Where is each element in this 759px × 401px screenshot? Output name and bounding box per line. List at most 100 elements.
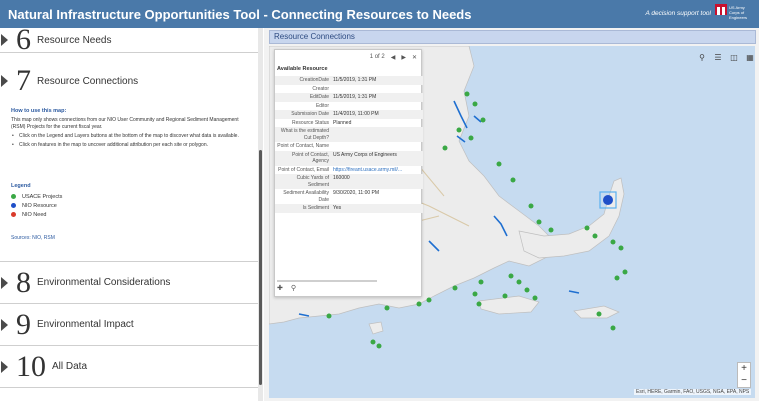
section-environmental-impact[interactable]: 9 Environmental Impact	[0, 304, 258, 346]
cape-cod-land	[518, 177, 625, 259]
attr-value: US Army Corps of Engineers	[331, 150, 423, 166]
map-attribution: Esri, HERE, Garmin, FAO, USGS, NGA, EPA,…	[634, 389, 752, 395]
attr-key: Point of Contact, Agency	[275, 150, 331, 166]
attr-value	[331, 142, 423, 151]
zoom-in-button[interactable]: +	[738, 363, 750, 375]
popup-header: 1 of 2 ◀ ▶ ✕	[275, 50, 421, 64]
how-to-bullet: Click on features in the map to uncover …	[11, 142, 251, 149]
legend-item: USACE Projects	[11, 192, 62, 201]
grid-icon[interactable]: ▦	[745, 53, 755, 62]
table-row: Editor	[275, 102, 423, 111]
legend-item: NIO Need	[11, 210, 62, 219]
table-row: Submission Date 11/4/2019, 11:00 PM	[275, 110, 423, 119]
red-dot-icon	[11, 212, 16, 217]
attr-key: Editor	[315, 102, 329, 109]
attr-value: 9/30/2020, 11:00 PM	[333, 190, 380, 196]
popup-horizontal-scrollbar[interactable]	[277, 280, 377, 282]
search-icon[interactable]: ⚲	[291, 284, 296, 292]
section-label: All Data	[52, 361, 88, 372]
chevron-right-icon	[1, 318, 8, 331]
panel-scrollbar-thumb[interactable]	[259, 150, 262, 385]
section-label: Environmental Impact	[37, 319, 134, 330]
map-title-bar: Resource Connections	[269, 30, 756, 44]
section-number: 10	[16, 349, 46, 383]
popup-pager: 1 of 2	[369, 54, 385, 60]
attr-key: Cubic Yards of Sediment	[275, 174, 331, 189]
how-to-use-text: How to use this map: This map only shows…	[11, 108, 251, 151]
section-number: 6	[16, 23, 31, 56]
popup-footer: ✚ ⚲	[277, 284, 296, 292]
usace-logo: US Army Corps of Engineers	[715, 4, 751, 24]
castle-icon	[715, 4, 727, 15]
zoom-out-button[interactable]: −	[738, 375, 750, 387]
legend-label: USACE Projects	[22, 193, 63, 200]
nantucket	[573, 305, 620, 319]
how-to-intro: This map only shows connections from our…	[11, 117, 239, 130]
section-label: Resource Connections	[37, 75, 139, 87]
chevron-right-icon	[1, 75, 8, 87]
list-icon[interactable]: ☰	[713, 53, 723, 62]
attr-value: Yes	[331, 204, 423, 213]
map-toolbar: ⚲ ☰ ◫ ▦	[697, 53, 755, 62]
popup-attributes: CreationDate 11/5/2019, 1:31 PM Creator E…	[275, 76, 423, 213]
section-label: Resource Needs	[37, 34, 112, 46]
section-resource-needs[interactable]: 6 Resource Needs	[0, 23, 258, 56]
app-title: Natural Infrastructure Opportunities Too…	[8, 6, 472, 22]
section-label: Environmental Considerations	[37, 277, 171, 288]
layers-icon[interactable]: ◫	[729, 53, 739, 62]
legend-item: NIO Resource	[11, 201, 62, 210]
block-island	[368, 321, 384, 335]
section-resource-connections[interactable]: 7 Resource Connections	[0, 64, 258, 98]
attr-key: Submission Date	[275, 110, 331, 119]
attr-key: Sediment Availability Date	[283, 190, 329, 203]
attr-value: 11/4/2019, 11:00 PM	[331, 110, 423, 119]
feature-popup: 1 of 2 ◀ ▶ ✕ Available Resource Creation…	[274, 49, 423, 297]
sources-link[interactable]: Sources: NIO, RSM	[11, 235, 55, 241]
attr-value: 160000	[331, 174, 423, 189]
app-tagline: A decision support tool	[645, 10, 711, 17]
attr-key: Creator	[312, 85, 329, 92]
attr-value	[331, 102, 423, 111]
org-logo-text: US Army Corps of Engineers	[729, 5, 748, 20]
attr-key: EditDate	[275, 93, 331, 102]
search-icon[interactable]: ⚲	[697, 53, 707, 62]
section-number: 9	[16, 307, 31, 341]
zoom-controls: + −	[737, 362, 751, 388]
table-row: Resource Status Planned	[275, 119, 423, 128]
attr-key: CreationDate	[275, 76, 331, 85]
zoom-to-icon[interactable]: ✚	[277, 284, 283, 292]
section-number: 8	[16, 265, 31, 299]
nio-resource-marker	[603, 195, 613, 205]
chevron-right-icon	[1, 34, 8, 46]
legend: Legend USACE Projects NIO Resource NIO N…	[11, 183, 62, 219]
table-row: Creator	[275, 85, 423, 94]
marthas-vineyard	[478, 295, 540, 315]
previous-icon[interactable]: ◀	[391, 54, 396, 61]
legend-label: NIO Need	[22, 211, 47, 218]
popup-title: Available Resource	[277, 66, 328, 72]
email-link[interactable]: https://fireant.usace.army.mil/...	[331, 166, 423, 175]
map-title: Resource Connections	[274, 32, 355, 41]
chevron-right-icon	[1, 360, 8, 373]
attr-key: What is the estimated Cut Depth?	[275, 127, 331, 142]
section-environmental-considerations[interactable]: 8 Environmental Considerations	[0, 261, 258, 304]
attr-value: 11/5/2019, 1:31 PM	[331, 93, 423, 102]
attr-value	[331, 85, 423, 94]
blue-dot-icon	[11, 203, 16, 208]
table-row: EditDate 11/5/2019, 1:31 PM	[275, 93, 423, 102]
green-dot-icon	[11, 194, 16, 199]
attr-value: Planned	[333, 119, 352, 126]
table-row: Point of Contact, Name	[275, 142, 423, 151]
legend-label: NIO Resource	[22, 202, 57, 209]
attr-value	[331, 127, 423, 142]
table-row: Is Sediment Yes	[275, 204, 423, 213]
section-number: 7	[16, 64, 31, 97]
chevron-right-icon	[1, 276, 8, 289]
next-icon[interactable]: ▶	[401, 54, 406, 61]
table-row: Cubic Yards of Sediment 160000	[275, 174, 423, 189]
table-row: What is the estimated Cut Depth?	[275, 127, 423, 142]
close-icon[interactable]: ✕	[412, 54, 417, 61]
table-row: Point of Contact, Email https://fireant.u…	[275, 166, 423, 175]
legend-heading: Legend	[11, 183, 31, 189]
section-all-data[interactable]: 10 All Data	[0, 346, 258, 388]
